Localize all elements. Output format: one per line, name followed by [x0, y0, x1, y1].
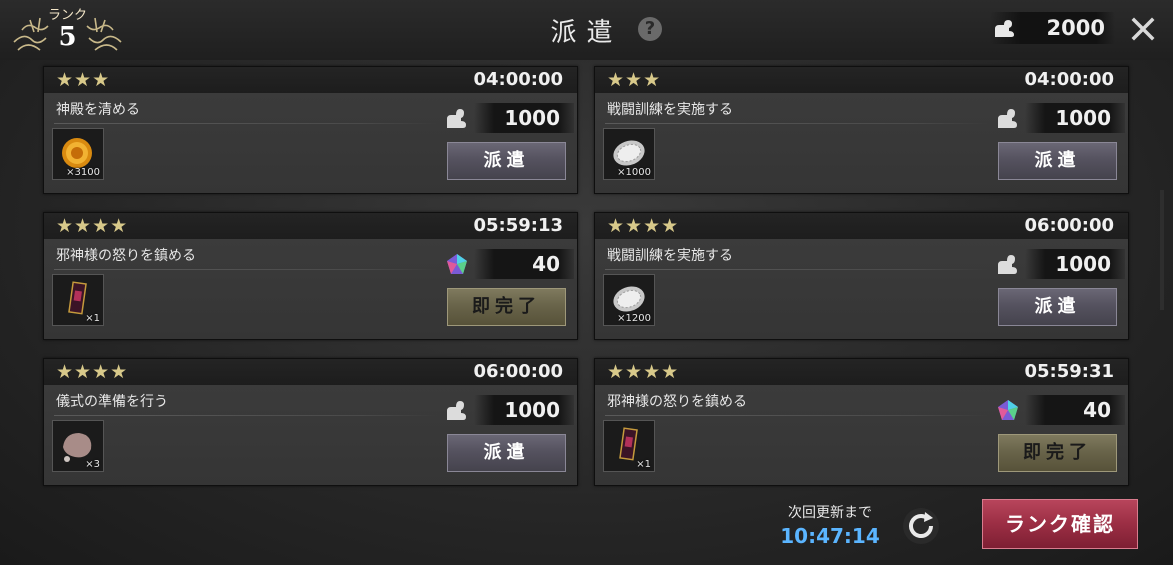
cost-value: 1000 [504, 106, 560, 130]
cost-icon-wrap [995, 106, 1021, 130]
reward-item[interactable]: ×3100 [52, 128, 104, 180]
dispatch-button[interactable]: 派遣 [447, 434, 566, 472]
close-icon [1131, 17, 1155, 41]
mission-duration: 05:59:31 [1024, 361, 1114, 382]
divider [605, 269, 988, 270]
mission-panel: ★★★★ 05:59:13 邪神様の怒りを鎮める 40 ×1 即完了 [43, 212, 578, 340]
close-button[interactable] [1128, 14, 1158, 44]
difficulty-stars: ★★★★ [56, 361, 129, 383]
mission-cost: 1000 [474, 395, 574, 425]
mission-cost: 1000 [1025, 249, 1125, 279]
mission-body: 儀式の準備を行う 1000 ×3 派遣 [44, 385, 577, 485]
dispatch-button[interactable]: 派遣 [998, 142, 1117, 180]
reward-item[interactable]: ×1200 [603, 274, 655, 326]
help-icon[interactable]: ? [638, 17, 662, 41]
stamina-arm-icon [447, 109, 466, 128]
mission-cost: 40 [1025, 395, 1125, 425]
mission-header: ★★★★ 05:59:13 [44, 213, 577, 239]
stamina-arm-icon [998, 255, 1017, 274]
mission-header: ★★★★ 05:59:31 [595, 359, 1128, 385]
gem-icon [998, 400, 1018, 420]
mission-duration: 04:00:00 [473, 69, 563, 90]
mission-duration: 04:00:00 [1024, 69, 1114, 90]
mission-name: 邪神様の怒りを鎮める [607, 394, 747, 410]
mission-duration: 06:00:00 [473, 361, 563, 382]
divider [54, 415, 437, 416]
difficulty-stars: ★★★★ [56, 215, 129, 237]
mission-body: 邪神様の怒りを鎮める 40 ×1 即完了 [595, 385, 1128, 485]
cost-icon-wrap [444, 106, 470, 130]
cost-icon-wrap [995, 398, 1021, 422]
reward-count: ×1 [636, 459, 651, 470]
mission-cost: 1000 [474, 103, 574, 133]
mission-panel: ★★★★ 06:00:00 戦闘訓練を実施する 1000 ×1200 派遣 [594, 212, 1129, 340]
next-update-timer: 10:47:14 [780, 524, 880, 548]
difficulty-stars: ★★★ [56, 69, 111, 91]
mission-panel: ★★★★ 06:00:00 儀式の準備を行う 1000 ×3 派遣 [43, 358, 578, 486]
divider [54, 123, 437, 124]
gem-icon [447, 254, 467, 274]
rank-confirm-button[interactable]: ランク確認 [982, 499, 1138, 549]
difficulty-stars: ★★★★ [607, 215, 680, 237]
difficulty-stars: ★★★★ [607, 361, 680, 383]
mission-body: 神殿を清める 1000 ×3100 派遣 [44, 93, 577, 193]
mission-header: ★★★ 04:00:00 [595, 67, 1128, 93]
mission-cost: 40 [474, 249, 574, 279]
reward-count: ×1200 [617, 313, 651, 324]
mission-body: 戦闘訓練を実施する 1000 ×1000 派遣 [595, 93, 1128, 193]
reward-item[interactable]: ×1 [603, 420, 655, 472]
refresh-button[interactable] [900, 505, 942, 547]
reward-item[interactable]: ×1 [52, 274, 104, 326]
mission-cost: 1000 [1025, 103, 1125, 133]
stamina-arm-icon [998, 109, 1017, 128]
divider [605, 123, 988, 124]
cost-icon-wrap [444, 398, 470, 422]
refresh-icon [903, 508, 939, 544]
mission-name: 戦闘訓練を実施する [607, 102, 733, 118]
next-update-label: 次回更新まで [788, 505, 872, 521]
cost-value: 1000 [1055, 106, 1111, 130]
mission-header: ★★★ 04:00:00 [44, 67, 577, 93]
divider [54, 269, 437, 270]
mission-name: 儀式の準備を行う [56, 394, 168, 410]
cost-value: 40 [1083, 398, 1111, 422]
reward-item[interactable]: ×1000 [603, 128, 655, 180]
mission-duration: 05:59:13 [473, 215, 563, 236]
mission-name: 邪神様の怒りを鎮める [56, 248, 196, 264]
reward-count: ×1 [85, 313, 100, 324]
reward-count: ×3 [85, 459, 100, 470]
scrollbar[interactable] [1160, 190, 1164, 310]
cost-icon-wrap [995, 252, 1021, 276]
mission-panel: ★★★ 04:00:00 神殿を清める 1000 ×3100 派遣 [43, 66, 578, 194]
mission-panel: ★★★★ 05:59:31 邪神様の怒りを鎮める 40 ×1 即完了 [594, 358, 1129, 486]
cost-value: 40 [532, 252, 560, 276]
stamina-arm-icon [995, 20, 1014, 37]
cost-value: 1000 [1055, 252, 1111, 276]
reward-count: ×3100 [66, 167, 100, 178]
stamina-value: 2000 [1046, 16, 1105, 40]
dispatch-button[interactable]: 派遣 [998, 288, 1117, 326]
instant-complete-button[interactable]: 即完了 [447, 288, 566, 326]
instant-complete-button[interactable]: 即完了 [998, 434, 1117, 472]
divider [605, 415, 988, 416]
dispatch-button[interactable]: 派遣 [447, 142, 566, 180]
reward-count: ×1000 [617, 167, 651, 178]
stamina-arm-icon [447, 401, 466, 420]
mission-name: 戦闘訓練を実施する [607, 248, 733, 264]
cost-value: 1000 [504, 398, 560, 422]
mission-body: 邪神様の怒りを鎮める 40 ×1 即完了 [44, 239, 577, 339]
mission-duration: 06:00:00 [1024, 215, 1114, 236]
difficulty-stars: ★★★ [607, 69, 662, 91]
mission-panel: ★★★ 04:00:00 戦闘訓練を実施する 1000 ×1000 派遣 [594, 66, 1129, 194]
mission-header: ★★★★ 06:00:00 [595, 213, 1128, 239]
mission-name: 神殿を清める [56, 102, 140, 118]
mission-body: 戦闘訓練を実施する 1000 ×1200 派遣 [595, 239, 1128, 339]
mission-header: ★★★★ 06:00:00 [44, 359, 577, 385]
cost-icon-wrap [444, 252, 470, 276]
stamina-display: 2000 [990, 12, 1115, 44]
reward-item[interactable]: ×3 [52, 420, 104, 472]
